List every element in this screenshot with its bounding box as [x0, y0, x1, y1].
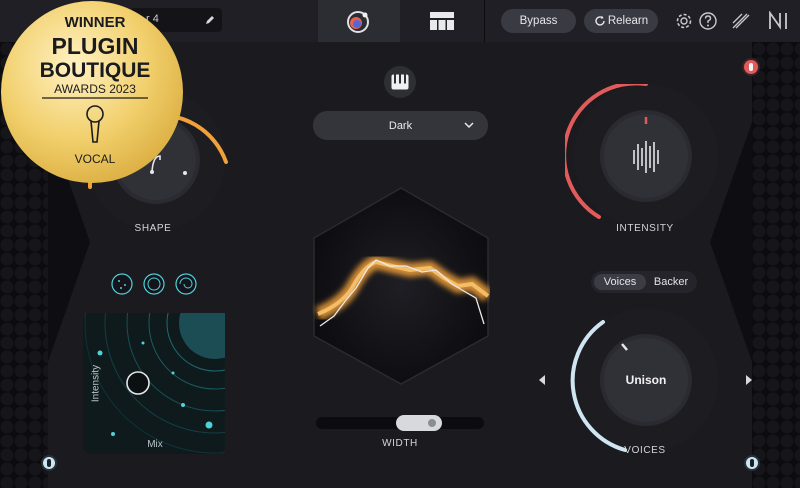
style-circle-rings[interactable]: [142, 272, 166, 296]
style-circle-spiral[interactable]: [174, 272, 198, 296]
native-instruments-logo-icon[interactable]: [768, 11, 792, 31]
help-icon[interactable]: [698, 11, 718, 31]
badge-plugin-text: PLUGIN: [52, 33, 139, 59]
tab-style-orb[interactable]: [318, 0, 400, 42]
spectrum-hex-display: [313, 187, 490, 385]
award-badge: WINNER PLUGIN BOUTIQUE AWARDS 2023 VOCAL: [1, 1, 183, 183]
bypass-label: Bypass: [519, 15, 558, 27]
panel-grid-icon: [430, 12, 454, 30]
style-circle-dots[interactable]: [110, 272, 134, 296]
intensity-knob[interactable]: [565, 84, 725, 234]
width-slider-thumb[interactable]: [396, 415, 442, 431]
xy-pad-y-label: Intensity: [90, 364, 102, 403]
midi-keyboard-button[interactable]: [384, 66, 416, 98]
voices-value: Unison: [625, 373, 667, 387]
voices-next-arrow-icon[interactable]: [744, 374, 754, 386]
signal-chain-icon[interactable]: [730, 11, 752, 33]
piano-icon: [391, 74, 409, 90]
tab-voices[interactable]: Voices: [594, 274, 646, 290]
input-meter-indicator[interactable]: [43, 457, 55, 469]
badge-boutique-text: BOUTIQUE: [40, 59, 151, 82]
width-slider[interactable]: [316, 415, 484, 431]
voices-mode-toggle[interactable]: Voices Backer: [591, 271, 697, 293]
badge-awards-text: AWARDS 2023: [54, 82, 136, 96]
badge-winner-text: WINNER: [65, 14, 126, 31]
relearn-button[interactable]: Relearn: [584, 9, 658, 33]
style-dropdown-value: Dark: [388, 120, 413, 132]
gear-icon[interactable]: [674, 11, 694, 31]
intensity-label: INTENSITY: [616, 223, 674, 234]
style-dropdown[interactable]: Dark: [313, 111, 488, 140]
chevron-down-icon: [464, 122, 474, 129]
badge-vocal-text: VOCAL: [75, 152, 116, 166]
orb-icon: [347, 11, 369, 33]
tab-backer[interactable]: Backer: [647, 274, 695, 290]
width-label: WIDTH: [382, 438, 418, 449]
shape-label: SHAPE: [134, 223, 172, 234]
intensity-clip-indicator[interactable]: [744, 60, 758, 74]
tab-detail-view[interactable]: [400, 0, 485, 42]
bypass-button[interactable]: Bypass: [501, 9, 576, 33]
voices-prev-arrow-icon[interactable]: [537, 374, 547, 386]
xy-pad[interactable]: [83, 313, 225, 454]
edit-pencil-icon[interactable]: [204, 14, 216, 26]
refresh-icon: [595, 15, 605, 26]
xy-pad-x-label: Mix: [147, 439, 163, 450]
output-meter-indicator[interactable]: [746, 457, 758, 469]
voices-label: VOICES: [624, 445, 666, 456]
